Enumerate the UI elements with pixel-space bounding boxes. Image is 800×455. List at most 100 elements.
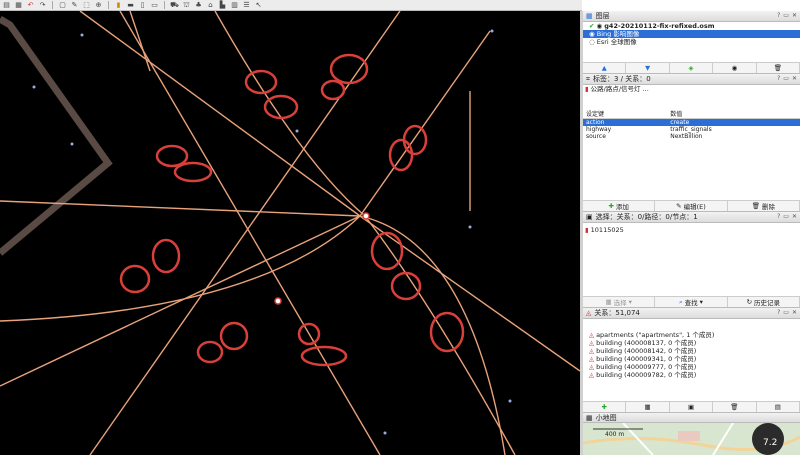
tag-value[interactable]: create bbox=[667, 118, 800, 126]
chevron-down-icon[interactable]: ▾ bbox=[629, 298, 632, 306]
delete-icon[interactable]: ▬ bbox=[126, 1, 135, 9]
redo-icon[interactable]: ↷ bbox=[38, 1, 47, 9]
close-icon[interactable]: ✕ bbox=[792, 213, 797, 220]
selected-node[interactable] bbox=[274, 297, 282, 305]
toggle-visibility-button[interactable]: ◉ bbox=[713, 63, 757, 73]
layer-item[interactable]: ◌ Esri 全球图像 bbox=[583, 38, 800, 46]
merge-icon[interactable]: ▯ bbox=[138, 1, 147, 9]
open-file-icon[interactable]: ▤ bbox=[2, 1, 11, 9]
help-icon[interactable]: ? bbox=[777, 75, 780, 82]
chevron-down-icon[interactable]: ▾ bbox=[700, 298, 703, 306]
cursor-icon[interactable]: ↖ bbox=[254, 1, 263, 9]
minimize-icon[interactable]: ▭ bbox=[783, 213, 789, 220]
split-icon[interactable]: ▭ bbox=[150, 1, 159, 9]
house-icon[interactable]: ⌂ bbox=[206, 1, 215, 9]
parking-icon[interactable]: ▥ bbox=[230, 1, 239, 9]
road-segment[interactable] bbox=[89, 11, 401, 455]
preset-icon[interactable]: ☰ bbox=[242, 1, 251, 9]
tag-value[interactable]: traffic_signals bbox=[667, 126, 800, 133]
minimap-panel-title: ▦ 小地图 bbox=[583, 413, 800, 423]
move-down-button[interactable]: ▼ bbox=[626, 63, 670, 73]
preset-line[interactable]: ▮ 公路/路点/信号灯 ... bbox=[583, 85, 800, 93]
road-segment[interactable] bbox=[0, 215, 361, 322]
tags-value-header[interactable]: 数值 bbox=[667, 109, 800, 119]
minimize-icon[interactable]: ▭ bbox=[783, 309, 789, 316]
map-node[interactable] bbox=[70, 142, 74, 146]
visibility-eye-icon[interactable]: ◌ bbox=[589, 38, 595, 46]
add-tag-button[interactable]: ✚ 添加 bbox=[583, 201, 656, 211]
save-icon[interactable]: ▦ bbox=[14, 1, 23, 9]
history-button[interactable]: ↻ 历史记录 bbox=[728, 297, 800, 307]
bridge-icon[interactable]: ⛫ bbox=[182, 1, 191, 9]
minimap-view[interactable]: 400 m 7.2 bbox=[583, 423, 800, 455]
selected-node[interactable] bbox=[362, 212, 370, 220]
highlight-ellipse bbox=[300, 345, 348, 367]
minimize-icon[interactable]: ▭ bbox=[783, 75, 789, 82]
visibility-eye-icon[interactable]: ◉ bbox=[597, 22, 603, 30]
road-icon[interactable]: ⛟ bbox=[170, 1, 179, 9]
list-item[interactable]: ◬ building (400009341, 0 个成员) bbox=[583, 355, 800, 363]
map-node[interactable] bbox=[490, 29, 494, 33]
select-icon[interactable]: ▢ bbox=[58, 1, 67, 9]
select-button[interactable]: ▦ 选择 ▾ bbox=[583, 297, 656, 307]
draw-icon[interactable]: ✎ bbox=[70, 1, 79, 9]
visibility-eye-icon[interactable]: ◉ bbox=[589, 30, 595, 38]
list-item[interactable]: ◬ building (400008142, 0 个成员) bbox=[583, 347, 800, 355]
more-relation-button[interactable]: ▤ bbox=[757, 402, 800, 412]
list-item[interactable]: ◬ building (400009777, 0 个成员) bbox=[583, 363, 800, 371]
map-node[interactable] bbox=[508, 399, 512, 403]
map-canvas[interactable] bbox=[0, 11, 580, 455]
list-item[interactable]: ◬ building (400008137, 0 个成员) bbox=[583, 339, 800, 347]
zoom-icon[interactable]: ⊕ bbox=[94, 1, 103, 9]
map-node[interactable] bbox=[32, 85, 36, 89]
map-node[interactable] bbox=[468, 225, 472, 229]
highlight-ellipse bbox=[370, 231, 404, 271]
list-item[interactable]: ◬ apartments ("apartments", 1 个成员) bbox=[583, 331, 800, 339]
highlight-ellipse bbox=[429, 311, 465, 353]
tree-icon[interactable]: ♣ bbox=[194, 1, 203, 9]
building-outline[interactable] bbox=[0, 15, 113, 256]
delete-tag-button[interactable]: 🗑 删除 bbox=[728, 201, 800, 211]
factory-icon[interactable]: ▙ bbox=[218, 1, 227, 9]
tag-key[interactable]: source bbox=[583, 133, 667, 140]
add-relation-button[interactable]: ✚ bbox=[583, 402, 627, 412]
edit-relation-button[interactable]: ▦ bbox=[626, 402, 670, 412]
map-node[interactable] bbox=[80, 33, 84, 37]
list-item[interactable]: ▮ 10115025 bbox=[583, 226, 800, 234]
road-segment[interactable] bbox=[79, 11, 361, 217]
delete-layer-button[interactable]: 🗑 bbox=[757, 63, 800, 73]
road-segment[interactable] bbox=[214, 11, 516, 455]
minimize-icon[interactable]: ▭ bbox=[783, 12, 789, 19]
list-item[interactable]: ◬ building (400009782, 0 个成员) bbox=[583, 371, 800, 379]
tag-value[interactable]: NextBillion bbox=[667, 133, 800, 140]
table-row[interactable]: source NextBillion bbox=[583, 133, 800, 140]
table-row[interactable]: action create bbox=[583, 118, 800, 126]
tag-key[interactable]: highway bbox=[583, 126, 667, 133]
building-icon[interactable]: ▮ bbox=[114, 1, 123, 9]
map-node[interactable] bbox=[383, 431, 387, 435]
help-icon[interactable]: ? bbox=[777, 213, 780, 220]
table-row[interactable]: highway traffic_signals bbox=[583, 126, 800, 133]
delete-relation-button[interactable]: 🗑 bbox=[713, 402, 757, 412]
search-button[interactable]: ⌕ 查找 ▾ bbox=[655, 297, 728, 307]
undo-icon[interactable]: ↶ bbox=[26, 1, 35, 9]
help-icon[interactable]: ? bbox=[777, 309, 780, 316]
merge-layer-button[interactable]: ◈ bbox=[670, 63, 714, 73]
duplicate-relation-button[interactable]: ▣ bbox=[670, 402, 714, 412]
highlight-ellipse bbox=[263, 94, 299, 120]
map-view[interactable] bbox=[0, 11, 580, 455]
layer-item[interactable]: ✔ ◉ g42-20210112-fix-refixed.osm bbox=[583, 22, 800, 30]
road-segment[interactable] bbox=[129, 11, 151, 72]
close-icon[interactable]: ✕ bbox=[792, 75, 797, 82]
help-icon[interactable]: ? bbox=[777, 12, 780, 19]
move-up-button[interactable]: ▲ bbox=[583, 63, 627, 73]
edit-tag-button[interactable]: ✎ 编辑(E) bbox=[655, 201, 728, 211]
map-node[interactable] bbox=[295, 129, 299, 133]
tag-key[interactable]: action bbox=[583, 118, 668, 126]
close-icon[interactable]: ✕ bbox=[792, 309, 797, 316]
layer-item[interactable]: ◉ Bing 影响图像 bbox=[583, 30, 800, 38]
lasso-icon[interactable]: ⬚ bbox=[82, 1, 91, 9]
close-icon[interactable]: ✕ bbox=[792, 12, 797, 19]
tags-key-header[interactable]: 设定键 bbox=[583, 109, 668, 119]
minimap-canvas[interactable]: 400 m 7.2 bbox=[583, 423, 800, 455]
